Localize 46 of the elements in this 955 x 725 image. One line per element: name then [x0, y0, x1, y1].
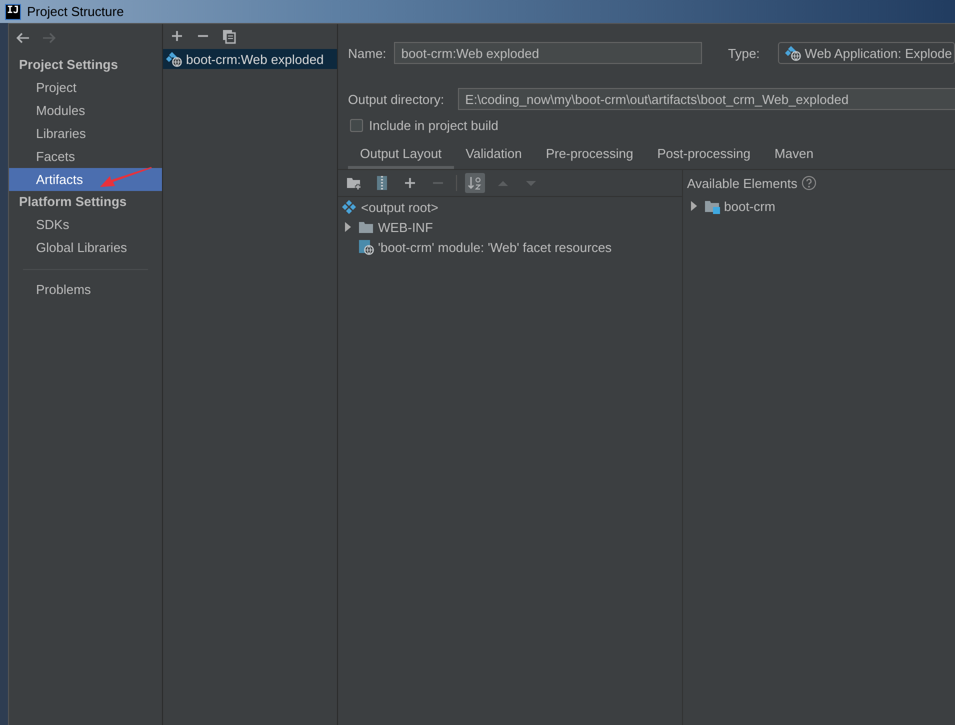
sidebar-item[interactable]: Modules [9, 99, 162, 122]
sidebar-item[interactable]: Problems [9, 278, 162, 301]
section-heading: Project Settings [18, 56, 119, 74]
expand-triangle-icon[interactable] [688, 198, 698, 214]
field-label: Output directory: [348, 92, 444, 106]
type-dropdown[interactable]: Web Application: Explode [778, 42, 955, 64]
app-logo: IJ [5, 4, 21, 20]
tree-item[interactable]: <output root> [361, 200, 438, 214]
sidebar-item[interactable]: Libraries [9, 122, 162, 145]
artifact-item[interactable]: boot-crm:Web exploded [163, 49, 337, 69]
tab[interactable]: Validation [454, 142, 534, 169]
panel-title: Available Elements [687, 176, 798, 190]
artifact-globe-icon [166, 51, 182, 67]
artifact-label: boot-crm:Web exploded [186, 52, 324, 66]
checkbox[interactable] [350, 119, 363, 132]
copy-icon[interactable] [221, 28, 237, 44]
expand-triangle-icon[interactable] [342, 219, 352, 235]
sidebar-item[interactable]: Facets [9, 145, 162, 168]
folder-icon [358, 219, 374, 235]
annotation-arrow [99, 167, 153, 189]
sidebar-item[interactable]: Project [9, 76, 162, 99]
back-arrow-icon[interactable] [15, 30, 31, 46]
module-folder-icon [704, 198, 720, 214]
tab[interactable]: Maven [762, 142, 826, 169]
field-label: Name: [348, 46, 386, 60]
field-label: Type: [728, 46, 760, 60]
add-icon[interactable] [169, 28, 185, 44]
tree-item[interactable]: 'boot-crm' module: 'Web' facet resources [378, 240, 612, 254]
output-directory-field[interactable]: E:\coding_now\my\boot-crm\out\artifacts\boot_crm_Web_exploded [458, 88, 955, 110]
tree-item[interactable]: WEB-INF [378, 220, 433, 234]
sidebar-item[interactable]: SDKs [9, 213, 162, 236]
window-title: Project Structure [27, 4, 124, 19]
checkbox-label: Include in project build [369, 118, 498, 133]
tree-item[interactable]: boot-crm [724, 198, 776, 214]
web-facet-icon [358, 239, 374, 255]
tab[interactable]: Pre-processing [534, 142, 646, 169]
tab[interactable]: Post-processing [645, 142, 762, 169]
name-field[interactable]: boot-crm:Web exploded [394, 42, 702, 64]
help-icon[interactable] [801, 175, 818, 191]
sidebar-item[interactable]: Global Libraries [9, 236, 162, 259]
section-heading: Platform Settings [18, 193, 128, 211]
tab[interactable]: Output Layout [348, 142, 454, 169]
sidebar-item[interactable]: Artifacts [9, 168, 162, 191]
diamonds-icon [341, 199, 357, 215]
sort-icon[interactable] [465, 173, 485, 193]
artifact-globe-icon [784, 45, 801, 61]
